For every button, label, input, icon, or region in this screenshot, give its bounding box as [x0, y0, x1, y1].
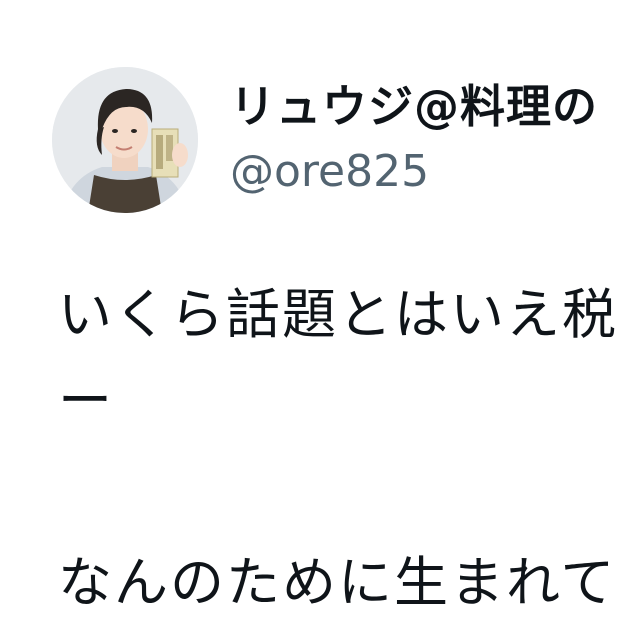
author-avatar[interactable] [52, 67, 198, 213]
profile-photo-icon [52, 67, 198, 213]
tweet-card: リュウジ@料理の @ore825 いくら話題とはいえ税 ー なんのために生まれて [0, 0, 640, 640]
tweet-text-line: ー [58, 369, 114, 432]
tweet-text-line: なんのために生まれて [58, 551, 617, 614]
tweet-text-line: いくら話題とはいえ税 [58, 283, 618, 346]
author-handle[interactable]: @ore825 [230, 146, 429, 197]
author-display-name[interactable]: リュウジ@料理の [230, 70, 598, 135]
